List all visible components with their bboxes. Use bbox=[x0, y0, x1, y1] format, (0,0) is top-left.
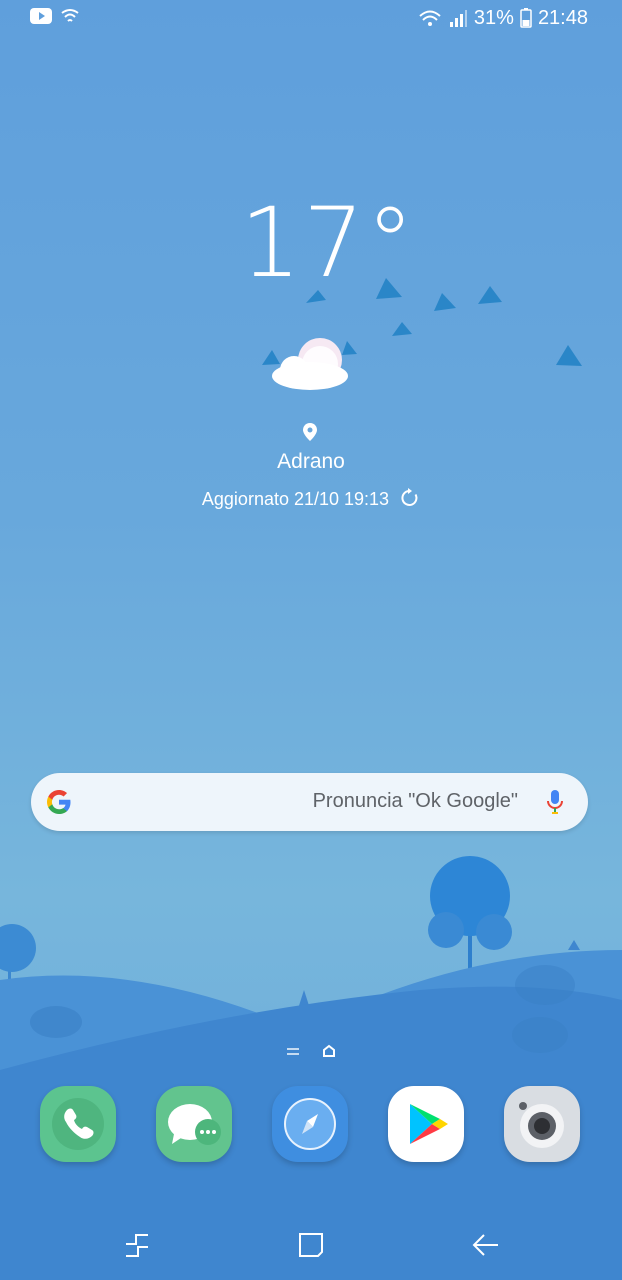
signal-icon bbox=[449, 10, 467, 27]
location-name[interactable]: Adrano bbox=[0, 450, 622, 474]
back-button[interactable] bbox=[470, 1230, 500, 1260]
play-store-app[interactable] bbox=[388, 1086, 464, 1162]
search-input[interactable]: Pronuncia "Ok Google" bbox=[313, 790, 518, 813]
google-search-bar[interactable]: Pronuncia "Ok Google" bbox=[31, 773, 588, 831]
location-pin-icon bbox=[303, 423, 317, 441]
phone-app[interactable] bbox=[40, 1086, 116, 1162]
wifi-icon bbox=[419, 10, 441, 26]
refresh-icon[interactable] bbox=[400, 488, 420, 508]
messages-icon bbox=[168, 1104, 221, 1145]
internet-app[interactable] bbox=[272, 1086, 348, 1162]
navigation-bar bbox=[0, 1216, 622, 1280]
mic-icon[interactable] bbox=[544, 788, 566, 816]
youtube-icon bbox=[30, 8, 52, 24]
camera-app[interactable] bbox=[504, 1086, 580, 1162]
internet-icon bbox=[284, 1098, 336, 1150]
messages-app[interactable] bbox=[156, 1086, 232, 1162]
home-button[interactable] bbox=[296, 1230, 326, 1260]
battery-percent: 31% bbox=[473, 7, 514, 29]
wallpaper-landscape bbox=[0, 856, 622, 1280]
google-icon[interactable] bbox=[45, 788, 73, 816]
page-indicator[interactable] bbox=[0, 1040, 622, 1060]
play-store-icon bbox=[410, 1104, 448, 1144]
update-time: Aggiornato 21/10 19:13 bbox=[201, 489, 390, 509]
clock: 21:48 bbox=[537, 7, 588, 29]
recents-button[interactable] bbox=[122, 1230, 152, 1260]
status-bar: 31% 21:48 bbox=[0, 0, 622, 36]
app-dock bbox=[0, 1086, 622, 1166]
update-info: Aggiornato 21/10 19:13 bbox=[0, 488, 622, 510]
wifi-icon bbox=[61, 9, 79, 22]
partly-cloudy-icon[interactable] bbox=[268, 336, 352, 392]
temperature[interactable]: 17° bbox=[240, 188, 414, 298]
camera-icon bbox=[519, 1102, 564, 1148]
phone-icon bbox=[52, 1098, 104, 1150]
battery-icon bbox=[520, 8, 532, 28]
